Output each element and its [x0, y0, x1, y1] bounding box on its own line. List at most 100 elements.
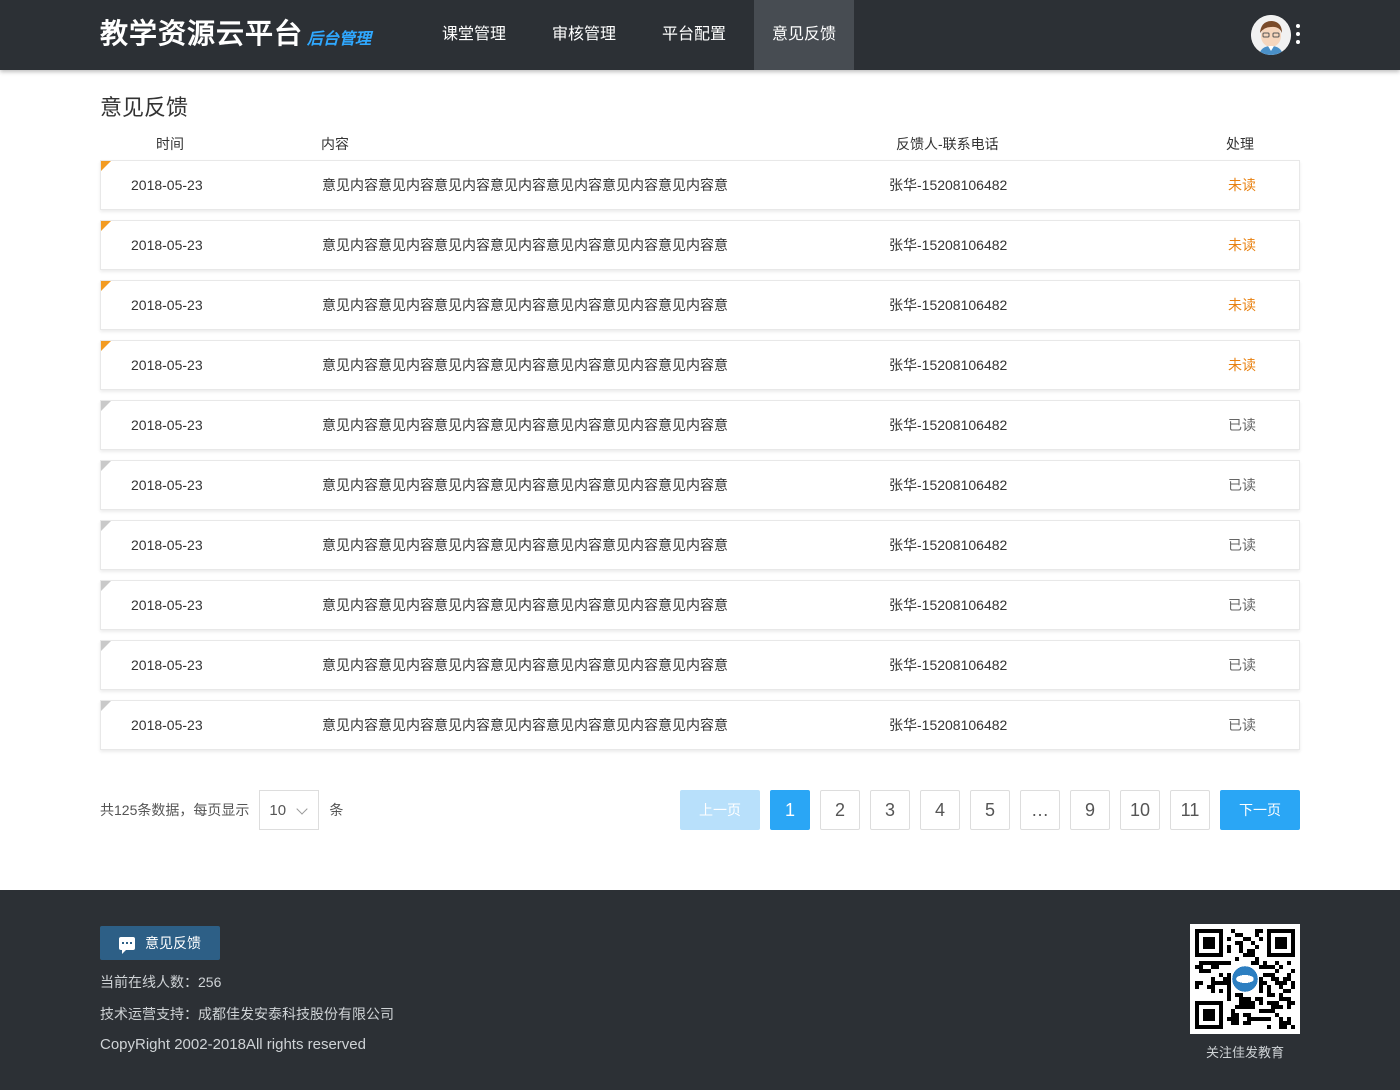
page-button-10[interactable]: 10	[1120, 790, 1160, 830]
page-button-1[interactable]: 1	[770, 790, 810, 830]
page-button-11[interactable]: 11	[1170, 790, 1210, 830]
row-content: 意见内容意见内容意见内容意见内容意见内容意见内容意见内容意	[322, 717, 728, 733]
nav-item-feedback[interactable]: 意见反馈	[754, 0, 854, 70]
row-content: 意见内容意见内容意见内容意见内容意见内容意见内容意见内容意	[322, 657, 728, 673]
table-row[interactable]: 2018-05-23 意见内容意见内容意见内容意见内容意见内容意见内容意见内容意…	[100, 700, 1300, 750]
unread-marker	[101, 221, 111, 231]
row-content: 意见内容意见内容意见内容意见内容意见内容意见内容意见内容意	[322, 297, 728, 313]
table-row[interactable]: 2018-05-23 意见内容意见内容意见内容意见内容意见内容意见内容意见内容意…	[100, 580, 1300, 630]
online-users: 当前在线人数：256	[100, 974, 222, 990]
feedback-button-label: 意见反馈	[145, 935, 201, 951]
table-row[interactable]: 2018-05-23 意见内容意见内容意见内容意见内容意见内容意见内容意见内容意…	[100, 400, 1300, 450]
row-status[interactable]: 未读	[1228, 221, 1256, 269]
unread-marker	[101, 281, 111, 291]
page-button-9[interactable]: 9	[1070, 790, 1110, 830]
page-ellipsis: …	[1020, 790, 1060, 830]
unread-marker	[101, 341, 111, 351]
page-size-unit: 条	[329, 802, 344, 818]
page-button-3[interactable]: 3	[870, 790, 910, 830]
page-button-5[interactable]: 5	[970, 790, 1010, 830]
qr-code-image	[1190, 924, 1300, 1034]
row-status[interactable]: 已读	[1228, 461, 1256, 509]
row-time: 2018-05-23	[131, 597, 203, 613]
row-status[interactable]: 已读	[1228, 401, 1256, 449]
row-content: 意见内容意见内容意见内容意见内容意见内容意见内容意见内容意	[322, 477, 728, 493]
page-size-select[interactable]: 10	[259, 790, 320, 830]
row-time: 2018-05-23	[131, 237, 203, 253]
page-size-value: 10	[269, 801, 287, 819]
nav-item-review[interactable]: 审核管理	[534, 0, 634, 70]
row-time: 2018-05-23	[131, 357, 203, 373]
row-content: 意见内容意见内容意见内容意见内容意见内容意见内容意见内容意	[322, 597, 728, 613]
chat-bubble-icon	[119, 936, 135, 954]
table-row[interactable]: 2018-05-23 意见内容意见内容意见内容意见内容意见内容意见内容意见内容意…	[100, 520, 1300, 570]
row-status[interactable]: 未读	[1228, 161, 1256, 209]
qr-code-icon	[1195, 929, 1295, 1029]
row-contact: 张华-15208106482	[889, 537, 1008, 553]
read-marker	[101, 701, 111, 711]
table-row[interactable]: 2018-05-23 意见内容意见内容意见内容意见内容意见内容意见内容意见内容意…	[100, 640, 1300, 690]
more-vertical-icon[interactable]	[1293, 24, 1303, 48]
row-status[interactable]: 未读	[1228, 281, 1256, 329]
row-time: 2018-05-23	[131, 177, 203, 193]
row-time: 2018-05-23	[131, 537, 203, 553]
avatar-face-icon	[1251, 15, 1291, 55]
table-row[interactable]: 2018-05-23 意见内容意见内容意见内容意见内容意见内容意见内容意见内容意…	[100, 160, 1300, 210]
row-content: 意见内容意见内容意见内容意见内容意见内容意见内容意见内容意	[322, 177, 728, 193]
chevron-down-icon	[296, 803, 309, 815]
main-nav: 课堂管理 审核管理 平台配置 意见反馈	[424, 0, 864, 70]
row-status[interactable]: 已读	[1228, 701, 1256, 749]
row-time: 2018-05-23	[131, 297, 203, 313]
nav-item-platform-config[interactable]: 平台配置	[644, 0, 744, 70]
row-contact: 张华-15208106482	[889, 177, 1008, 193]
row-status[interactable]: 未读	[1228, 341, 1256, 389]
brand-title: 教学资源云平台	[100, 17, 304, 50]
row-status[interactable]: 已读	[1228, 581, 1256, 629]
tech-support: 技术运营支持：成都佳发安泰科技股份有限公司	[100, 1006, 394, 1022]
brand-logo[interactable]: 教学资源云平台 后台管理	[100, 14, 371, 54]
table-row[interactable]: 2018-05-23 意见内容意见内容意见内容意见内容意见内容意见内容意见内容意…	[100, 220, 1300, 270]
page-button-4[interactable]: 4	[920, 790, 960, 830]
row-time: 2018-05-23	[131, 417, 203, 433]
row-content: 意见内容意见内容意见内容意见内容意见内容意见内容意见内容意	[322, 237, 728, 253]
row-status[interactable]: 已读	[1228, 641, 1256, 689]
page-button-2[interactable]: 2	[820, 790, 860, 830]
read-marker	[101, 641, 111, 651]
table-row[interactable]: 2018-05-23 意见内容意见内容意见内容意见内容意见内容意见内容意见内容意…	[100, 340, 1300, 390]
feedback-button[interactable]: 意见反馈	[100, 926, 220, 960]
row-time: 2018-05-23	[131, 717, 203, 733]
row-contact: 张华-15208106482	[889, 477, 1008, 493]
unread-marker	[101, 161, 111, 171]
read-marker	[101, 521, 111, 531]
next-page-button[interactable]: 下一页	[1220, 790, 1300, 830]
table-row[interactable]: 2018-05-23 意见内容意见内容意见内容意见内容意见内容意见内容意见内容意…	[100, 280, 1300, 330]
read-marker	[101, 581, 111, 591]
row-contact: 张华-15208106482	[889, 717, 1008, 733]
row-contact: 张华-15208106482	[889, 297, 1008, 313]
row-content: 意见内容意见内容意见内容意见内容意见内容意见内容意见内容意	[322, 357, 728, 373]
row-content: 意见内容意见内容意见内容意见内容意见内容意见内容意见内容意	[322, 537, 728, 553]
column-header-status: 处理	[1226, 136, 1254, 152]
row-content: 意见内容意见内容意见内容意见内容意见内容意见内容意见内容意	[322, 417, 728, 433]
table-row[interactable]: 2018-05-23 意见内容意见内容意见内容意见内容意见内容意见内容意见内容意…	[100, 460, 1300, 510]
pagination-summary: 共125条数据，每页显示 10 条	[100, 790, 343, 830]
row-contact: 张华-15208106482	[889, 657, 1008, 673]
footer: 意见反馈 当前在线人数：256 技术运营支持：成都佳发安泰科技股份有限公司 Co…	[0, 890, 1400, 1090]
user-avatar[interactable]	[1251, 15, 1291, 55]
copyright: CopyRight 2002-2018All rights reserved	[100, 1036, 366, 1053]
column-header-contact: 反馈人-联系电话	[896, 136, 999, 152]
row-contact: 张华-15208106482	[889, 597, 1008, 613]
row-contact: 张华-15208106482	[889, 357, 1008, 373]
row-status[interactable]: 已读	[1228, 521, 1256, 569]
table-header: 时间 内容 反馈人-联系电话 处理	[100, 134, 1300, 156]
prev-page-button[interactable]: 上一页	[680, 790, 760, 830]
page-title: 意见反馈	[100, 95, 189, 120]
row-time: 2018-05-23	[131, 657, 203, 673]
row-contact: 张华-15208106482	[889, 417, 1008, 433]
qr-caption: 关注佳发教育	[1205, 1045, 1284, 1060]
nav-item-classroom[interactable]: 课堂管理	[424, 0, 524, 70]
read-marker	[101, 461, 111, 471]
row-contact: 张华-15208106482	[889, 237, 1008, 253]
total-count-label: 共125条数据，每页显示	[100, 802, 250, 818]
column-header-content: 内容	[321, 136, 349, 152]
